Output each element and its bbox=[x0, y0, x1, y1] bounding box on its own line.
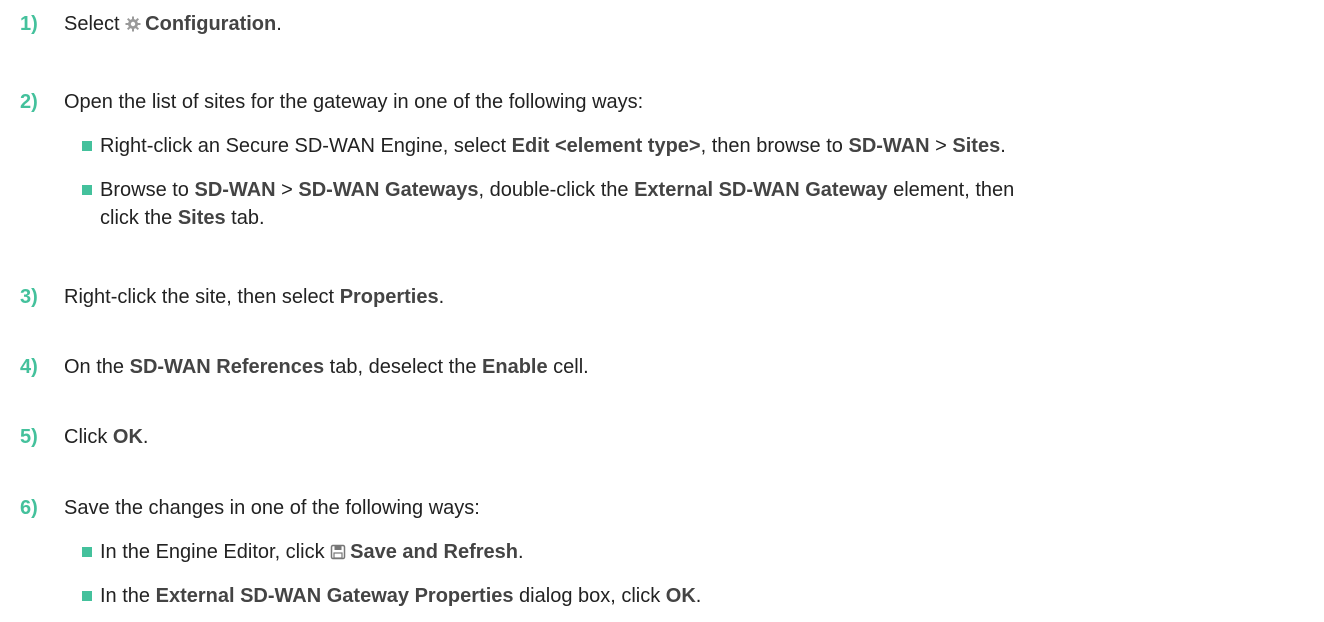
bullet-marker bbox=[82, 591, 92, 601]
bullet-text: In the Engine Editor, click Save and Ref… bbox=[100, 540, 524, 563]
step-number: 1) bbox=[20, 13, 38, 35]
step-number: 5) bbox=[20, 426, 38, 448]
step-text: Open the list of sites for the gateway i… bbox=[64, 91, 644, 113]
bullet-text: In the External SD-WAN Gateway Propertie… bbox=[100, 585, 702, 607]
gear-icon bbox=[125, 12, 141, 32]
step-number: 2) bbox=[20, 91, 38, 113]
step-number: 4) bbox=[20, 356, 38, 378]
bullet-text: Right-click an Secure SD-WAN Engine, sel… bbox=[100, 135, 1006, 157]
step-number: 3) bbox=[20, 286, 38, 308]
bullet-marker bbox=[82, 141, 92, 151]
step-text: Select Configuration. bbox=[64, 12, 282, 35]
bullet-text: Browse to SD-WAN > SD-WAN Gateways, doub… bbox=[100, 179, 1015, 229]
step-text: Right-click the site, then select Proper… bbox=[64, 286, 445, 308]
bullet-marker bbox=[82, 185, 92, 195]
bullet-marker bbox=[82, 547, 92, 557]
save-icon bbox=[330, 540, 346, 560]
step-number: 6) bbox=[20, 497, 38, 519]
step-text: Click OK. bbox=[64, 426, 149, 448]
step-text: Save the changes in one of the following… bbox=[64, 497, 480, 519]
ui-configuration: Configuration bbox=[145, 13, 277, 35]
step-text: On the SD-WAN References tab, deselect t… bbox=[64, 356, 589, 378]
